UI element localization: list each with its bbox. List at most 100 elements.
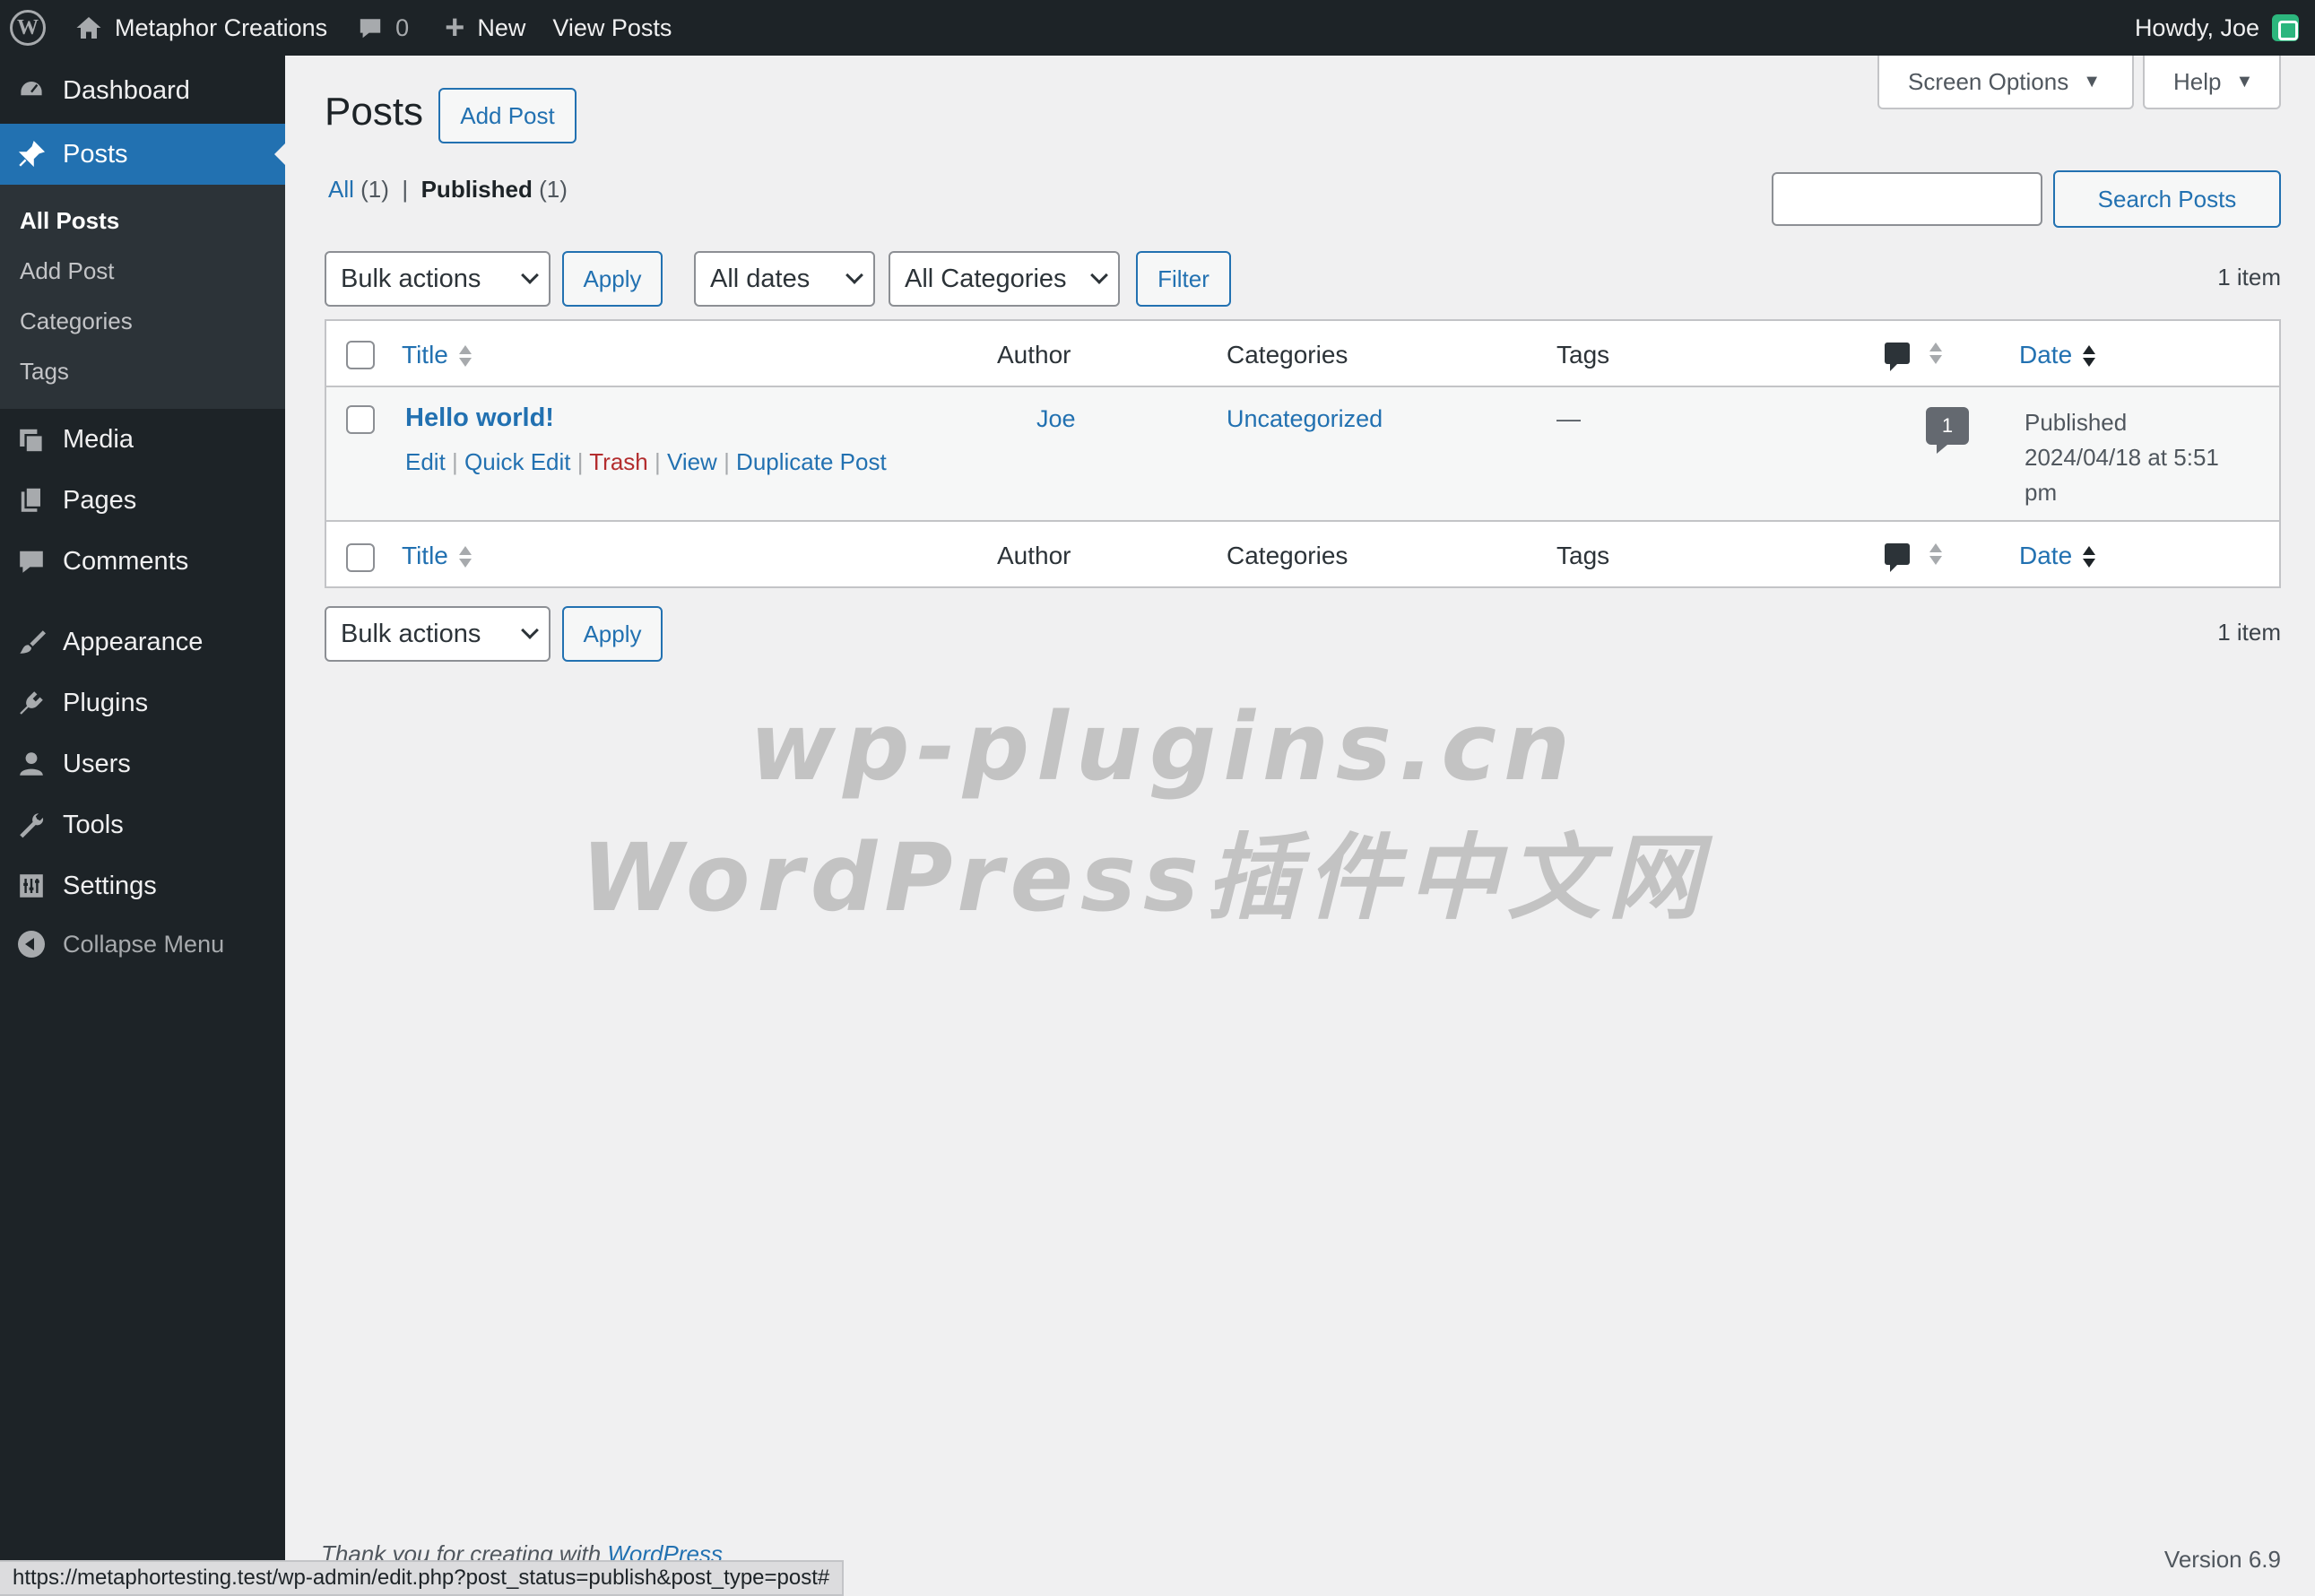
sidebar-item-dashboard[interactable]: Dashboard	[0, 63, 285, 118]
row-checkbox[interactable]	[346, 405, 375, 434]
row-actions: Edit | Quick Edit | Trash | View | Dupli…	[405, 448, 887, 475]
new-content-link[interactable]: + New	[409, 0, 525, 56]
date-column-header[interactable]: Date	[2019, 341, 2096, 370]
chevron-down-icon	[1090, 266, 1108, 284]
comment-count-badge[interactable]: 1	[1926, 407, 1969, 454]
duplicate-post-link[interactable]: Duplicate Post	[736, 448, 887, 475]
sidebar-item-label: Dashboard	[63, 75, 190, 105]
watermark-line2: WordPress插件中文网	[581, 823, 1708, 932]
new-label: New	[477, 13, 526, 41]
dates-value: All dates	[710, 264, 811, 293]
plus-icon: +	[445, 9, 465, 47]
post-title-link[interactable]: Hello world!	[405, 403, 554, 433]
title-column-footer[interactable]: Title	[402, 542, 472, 571]
comments-count: 0	[395, 13, 410, 41]
quick-edit-link[interactable]: Quick Edit	[464, 448, 571, 475]
submenu-add-post[interactable]: Add Post	[0, 246, 285, 296]
sidebar-item-label: Posts	[63, 139, 128, 169]
admin-bar: W Metaphor Creations 0 + New View Posts …	[0, 0, 2315, 56]
help-button[interactable]: Help ▼	[2143, 56, 2281, 109]
collapse-arrow-icon	[16, 929, 47, 959]
table-row: Hello world! Edit | Quick Edit | Trash |…	[326, 387, 2279, 520]
sidebar-item-appearance[interactable]: Appearance	[0, 612, 285, 672]
sidebar-item-label: Comments	[63, 546, 189, 576]
status-bar-url: https://metaphortesting.test/wp-admin/ed…	[0, 1560, 845, 1596]
post-status: Published	[2025, 409, 2128, 436]
filter-published-link[interactable]: Published	[421, 176, 533, 203]
sidebar-item-posts[interactable]: Posts	[0, 124, 285, 185]
sidebar-item-users[interactable]: Users	[0, 733, 285, 794]
caret-down-icon: ▼	[2083, 71, 2102, 91]
view-posts-link[interactable]: View Posts	[525, 0, 672, 56]
author-link[interactable]: Joe	[1036, 405, 1076, 433]
category-link[interactable]: Uncategorized	[1227, 405, 1383, 433]
date-column-footer[interactable]: Date	[2019, 542, 2096, 571]
version-label: Version 6.9	[2163, 1546, 2281, 1573]
post-date: Published 2024/04/18 at 5:51 pm	[2025, 405, 2219, 510]
page-title: Posts	[325, 90, 424, 134]
bulk-actions-select-bottom[interactable]: Bulk actions	[325, 606, 551, 662]
sidebar-item-label: Pages	[63, 485, 137, 515]
comments-link[interactable]: 0	[327, 0, 409, 56]
apply-button-bottom[interactable]: Apply	[562, 606, 663, 662]
chevron-down-icon	[521, 621, 539, 639]
sidebar-item-pages[interactable]: Pages	[0, 470, 285, 531]
site-name-link[interactable]: Metaphor Creations	[56, 0, 327, 56]
pages-icon	[16, 485, 47, 516]
sort-arrows-icon	[458, 343, 472, 370]
trash-link[interactable]: Trash	[589, 448, 648, 475]
tags-column-footer: Tags	[1556, 542, 1610, 569]
plugin-icon	[16, 688, 47, 718]
add-post-button[interactable]: Add Post	[438, 88, 577, 143]
view-posts-label: View Posts	[552, 13, 672, 41]
my-account-menu[interactable]: Howdy, Joe	[2135, 0, 2299, 56]
select-all-checkbox[interactable]	[346, 341, 375, 369]
screen-options-button[interactable]: Screen Options ▼	[1877, 56, 2134, 109]
submenu-tags[interactable]: Tags	[0, 346, 285, 396]
title-footer-label: Title	[402, 542, 448, 569]
comments-icon	[16, 546, 47, 577]
sidebar-item-media[interactable]: Media	[0, 409, 285, 470]
item-count-bottom: 1 item	[2217, 619, 2281, 646]
filter-separator: |	[402, 176, 409, 203]
sidebar-item-tools[interactable]: Tools	[0, 794, 285, 855]
apply-button-top[interactable]: Apply	[562, 251, 663, 307]
post-date-line2: pm	[2025, 479, 2058, 506]
submenu-all-posts[interactable]: All Posts	[0, 195, 285, 246]
sidebar-item-plugins[interactable]: Plugins	[0, 672, 285, 733]
select-all-checkbox-footer[interactable]	[346, 543, 375, 572]
view-link[interactable]: View	[667, 448, 717, 475]
title-header-label: Title	[402, 341, 448, 369]
sidebar-item-label: Plugins	[63, 688, 149, 717]
sidebar-item-settings[interactable]: Settings	[0, 855, 285, 916]
home-icon	[76, 17, 101, 39]
author-column-header: Author	[997, 341, 1071, 369]
table-footer-row: Title Author Categories Tags Date	[326, 520, 2279, 586]
sidebar-item-label: Appearance	[63, 627, 204, 656]
wordpress-logo-icon[interactable]: W	[0, 0, 56, 56]
avatar	[2272, 14, 2299, 41]
categories-value: All Categories	[905, 264, 1067, 293]
collapse-menu-button[interactable]: Collapse Menu	[0, 916, 285, 972]
sidebar-item-label: Users	[63, 749, 131, 778]
search-input[interactable]	[1772, 172, 2042, 226]
dashboard-icon	[16, 75, 47, 106]
screen-options-label: Screen Options	[1908, 67, 2069, 95]
user-icon	[16, 749, 47, 779]
admin-sidebar: Dashboard Posts All Posts Add Post Categ…	[0, 56, 285, 1596]
post-status-filter: All (1) | Published (1)	[328, 176, 568, 204]
filter-all-link[interactable]: All	[328, 176, 354, 203]
sort-arrows-icon	[1929, 542, 1942, 568]
post-date-line1: 2024/04/18 at 5:51	[2025, 444, 2219, 471]
sidebar-item-comments[interactable]: Comments	[0, 531, 285, 592]
bulk-actions-select-top[interactable]: Bulk actions	[325, 251, 551, 307]
categories-column-header: Categories	[1227, 341, 1348, 369]
edit-link[interactable]: Edit	[405, 448, 446, 475]
dates-select[interactable]: All dates	[694, 251, 875, 307]
search-posts-button[interactable]: Search Posts	[2053, 170, 2281, 228]
title-column-header[interactable]: Title	[402, 341, 472, 370]
submenu-categories[interactable]: Categories	[0, 296, 285, 346]
filter-button[interactable]: Filter	[1136, 251, 1231, 307]
brush-icon	[16, 627, 47, 657]
categories-select[interactable]: All Categories	[889, 251, 1120, 307]
